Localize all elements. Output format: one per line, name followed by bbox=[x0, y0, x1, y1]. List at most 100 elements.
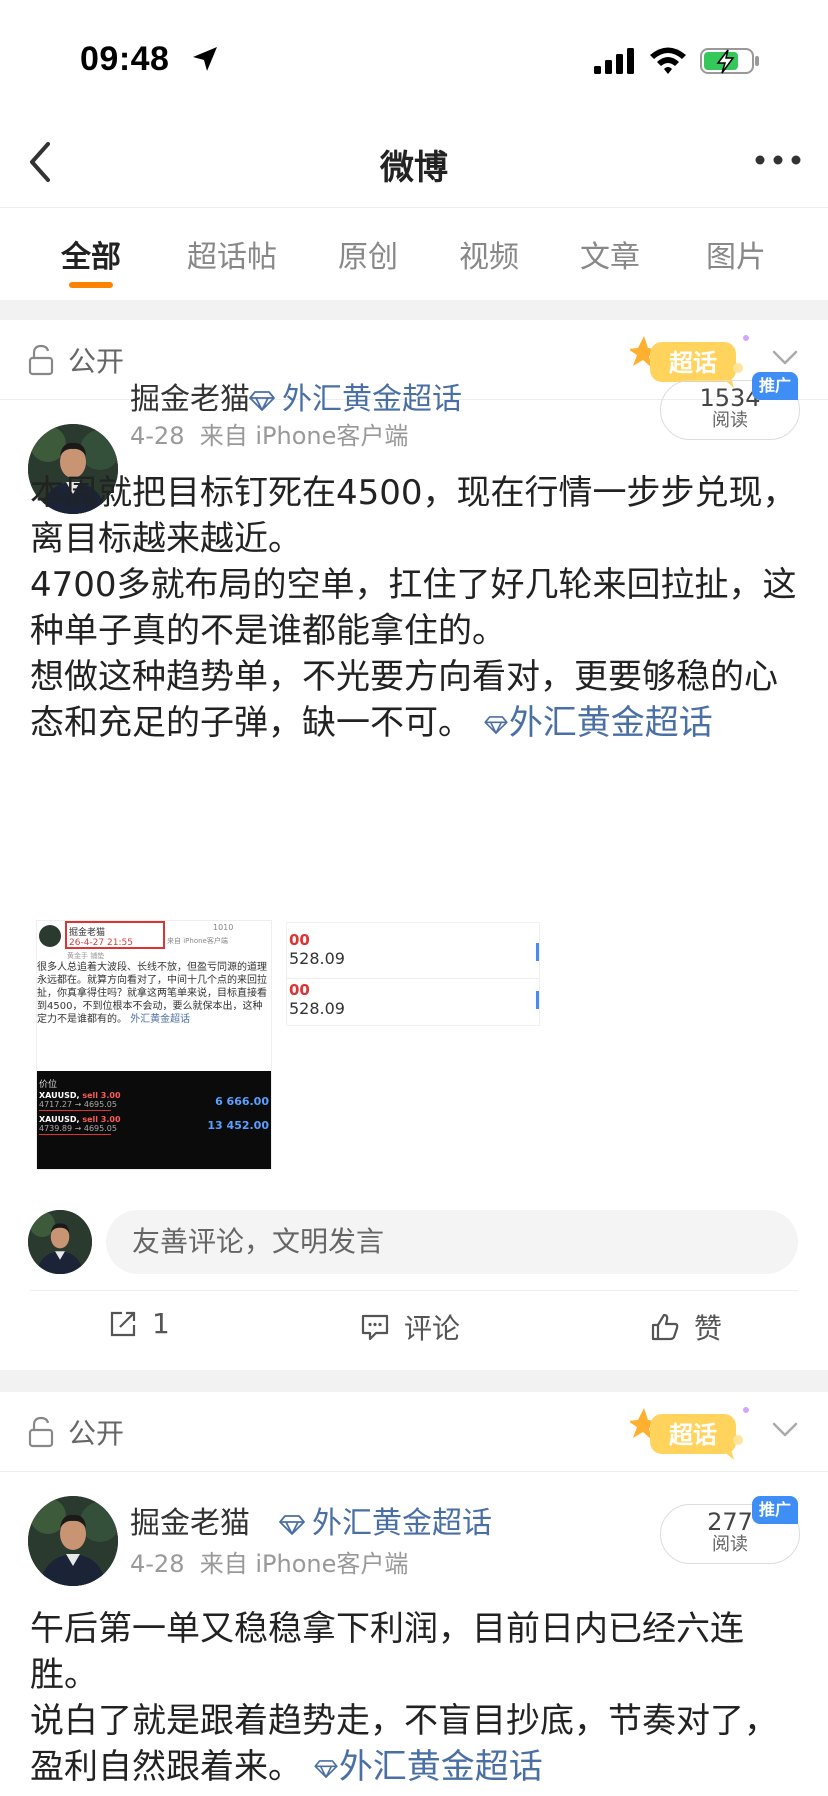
thumbs-up-icon bbox=[651, 1313, 679, 1341]
user-name[interactable]: 掘金老猫 bbox=[130, 374, 250, 418]
section-divider bbox=[0, 1370, 828, 1392]
chevron-down-icon[interactable] bbox=[770, 346, 800, 370]
tab-article[interactable]: 文章 bbox=[554, 208, 666, 300]
trade-symbol: XAUUSD bbox=[39, 1091, 77, 1100]
post-card: 公开 超话 掘金老猫 外汇黄金超话 4-28 来自 iPhon bbox=[0, 320, 828, 1370]
post-image-1[interactable]: 掘金老猫 26-4-27 21:55 来自 iPhone客户端 1010 黄金手… bbox=[36, 920, 272, 1170]
chevron-down-icon[interactable] bbox=[770, 1418, 800, 1442]
thumb-subline: 黄金手 铺垫 bbox=[67, 952, 105, 960]
post-date: 4-28 bbox=[130, 422, 185, 450]
battery-charging-icon bbox=[700, 48, 759, 74]
post-paragraph: 4700多就布局的空单，扛住了好几轮来回拉扯，这种单子真的不是谁都能拿住的。 bbox=[30, 565, 797, 651]
trade-row: XAUUSD, sell 3.00 4717.27 → 4695.05 6 66… bbox=[39, 1091, 269, 1111]
my-avatar[interactable] bbox=[28, 1210, 92, 1274]
trade-side: sell 3.00 bbox=[82, 1091, 121, 1100]
post-meta: 4-28 来自 iPhone客户端 bbox=[130, 416, 408, 451]
thumb-name-box: 掘金老猫 26-4-27 21:55 bbox=[65, 921, 165, 949]
more-options-icon[interactable] bbox=[754, 150, 802, 170]
avatar[interactable] bbox=[28, 1496, 118, 1586]
share-icon bbox=[110, 1311, 136, 1336]
topic-link[interactable]: 外汇黄金超话 bbox=[248, 374, 462, 418]
visibility-label: 公开 bbox=[68, 1417, 125, 1450]
tab-label: 视频 bbox=[459, 240, 519, 275]
tab-images[interactable]: 图片 bbox=[666, 208, 806, 300]
price-bottom: 528.09 bbox=[289, 949, 345, 968]
visibility-label: 公开 bbox=[68, 345, 125, 378]
post-image-2[interactable]: 00 528.09 00 528.09 bbox=[286, 922, 540, 1026]
filter-tabs: 全部 超话帖 原创 视频 文章 图片 bbox=[0, 208, 828, 300]
supertopic-badge-text: 超话 bbox=[669, 1421, 717, 1449]
location-arrow-icon bbox=[193, 47, 217, 71]
price-top: 00 bbox=[289, 981, 310, 999]
status-bar: 09:48 bbox=[0, 0, 828, 120]
comment-button[interactable]: 评论 bbox=[360, 1307, 460, 1347]
avatar-image bbox=[28, 1496, 118, 1586]
comment-input[interactable]: 友善评论，文明发言 bbox=[106, 1210, 798, 1274]
thumb-text: 很多人总追着大波段、长线不放，但盈亏同源的道理永远都在。就算方向看对了，中间十几… bbox=[37, 961, 271, 1026]
tab-video[interactable]: 视频 bbox=[424, 208, 554, 300]
inline-topic-link[interactable]: 外汇黄金超话 bbox=[302, 1747, 543, 1787]
trade-side: sell 3.00 bbox=[82, 1115, 121, 1124]
post-source: 来自 iPhone客户端 bbox=[199, 1550, 409, 1578]
thumb-user: 掘金老猫 bbox=[69, 928, 106, 938]
price-row: 00 528.09 bbox=[287, 931, 539, 979]
post-paragraph: 午后第一单又稳稳拿下利润，目前日内已经六连胜。 bbox=[30, 1609, 744, 1695]
promo-tag: 推广 bbox=[752, 1496, 798, 1524]
section-divider bbox=[0, 300, 828, 320]
read-label: 阅读 bbox=[712, 1534, 748, 1555]
tab-label: 全部 bbox=[61, 240, 121, 275]
trade-underline bbox=[39, 1134, 111, 1135]
trade-underline bbox=[39, 1110, 111, 1111]
price-bar bbox=[536, 943, 539, 961]
visibility-row: 公开 超话 bbox=[0, 1392, 828, 1472]
promo-tag: 推广 bbox=[752, 372, 798, 400]
inline-topic-text: 外汇黄金超话 bbox=[338, 1747, 543, 1787]
thumb-reads: 1010 bbox=[213, 923, 234, 932]
comment-row: 友善评论，文明发言 bbox=[0, 1200, 828, 1290]
post-date: 4-28 bbox=[130, 1550, 185, 1578]
topic-link[interactable]: 外汇黄金超话 bbox=[278, 1498, 492, 1542]
post-card: 公开 超话 掘金老猫 外汇黄金超话 4-28 来自 iPhon bbox=[0, 1392, 828, 1796]
diamond-icon bbox=[484, 715, 508, 734]
tab-label: 原创 bbox=[338, 240, 398, 275]
read-label: 阅读 bbox=[712, 410, 748, 431]
trade-pnl: 13 452.00 bbox=[207, 1119, 269, 1132]
post-meta: 4-28 来自 iPhone客户端 bbox=[130, 1544, 408, 1579]
page-title: 微博 bbox=[380, 148, 448, 188]
image-trade-table: 价位 XAUUSD, sell 3.00 4717.27 → 4695.05 6… bbox=[37, 1071, 271, 1169]
action-bar: 1 评论 赞 bbox=[30, 1290, 798, 1360]
supertopic-badge[interactable]: 超话 bbox=[630, 1402, 758, 1464]
post-paragraph: 本周就把目标钉死在4500，现在行情一步步兑现，离目标越来越近。 bbox=[30, 473, 797, 559]
share-button[interactable]: 1 bbox=[108, 1307, 170, 1340]
cellular-signal-icon bbox=[594, 48, 634, 74]
nav-bar: 微博 bbox=[0, 120, 828, 208]
comment-label: 评论 bbox=[404, 1312, 461, 1345]
user-name[interactable]: 掘金老猫 bbox=[130, 1498, 250, 1542]
tab-all[interactable]: 全部 bbox=[30, 208, 152, 300]
active-tab-indicator bbox=[69, 282, 113, 288]
thumb-time: 26-4-27 21:55 bbox=[69, 938, 133, 948]
diamond-icon bbox=[314, 1759, 338, 1778]
thumb-topic: 外汇黄金超话 bbox=[130, 1014, 191, 1025]
tab-supertopic-posts[interactable]: 超话帖 bbox=[152, 208, 312, 300]
post-body: 午后第一单又稳稳拿下利润，目前日内已经六连胜。 说白了就是跟着趋势走，不盲目抄底… bbox=[30, 1606, 800, 1790]
like-button[interactable]: 赞 bbox=[650, 1307, 722, 1347]
supertopic-badge-text: 超话 bbox=[669, 349, 717, 377]
unlock-icon bbox=[28, 1416, 54, 1448]
diamond-icon bbox=[249, 390, 275, 411]
trade-row: XAUUSD, sell 3.00 4739.89 → 4695.05 13 4… bbox=[39, 1115, 269, 1135]
avatar-image bbox=[28, 1210, 92, 1274]
unlock-icon bbox=[28, 344, 54, 376]
diamond-icon bbox=[279, 1514, 305, 1535]
trade-col-header: 价位 bbox=[39, 1080, 58, 1090]
inline-topic-link[interactable]: 外汇黄金超话 bbox=[472, 703, 713, 743]
topic-name: 外汇黄金超话 bbox=[282, 382, 462, 417]
post-source: 来自 iPhone客户端 bbox=[199, 422, 409, 450]
tab-original[interactable]: 原创 bbox=[312, 208, 424, 300]
tab-label: 文章 bbox=[580, 240, 640, 275]
price-bottom: 528.09 bbox=[289, 999, 345, 1018]
inline-topic-text: 外汇黄金超话 bbox=[508, 703, 713, 743]
tab-label: 图片 bbox=[706, 240, 766, 275]
post-body: 本周就把目标钉死在4500，现在行情一步步兑现，离目标越来越近。 4700多就布… bbox=[30, 470, 800, 746]
comment-icon bbox=[361, 1314, 389, 1341]
